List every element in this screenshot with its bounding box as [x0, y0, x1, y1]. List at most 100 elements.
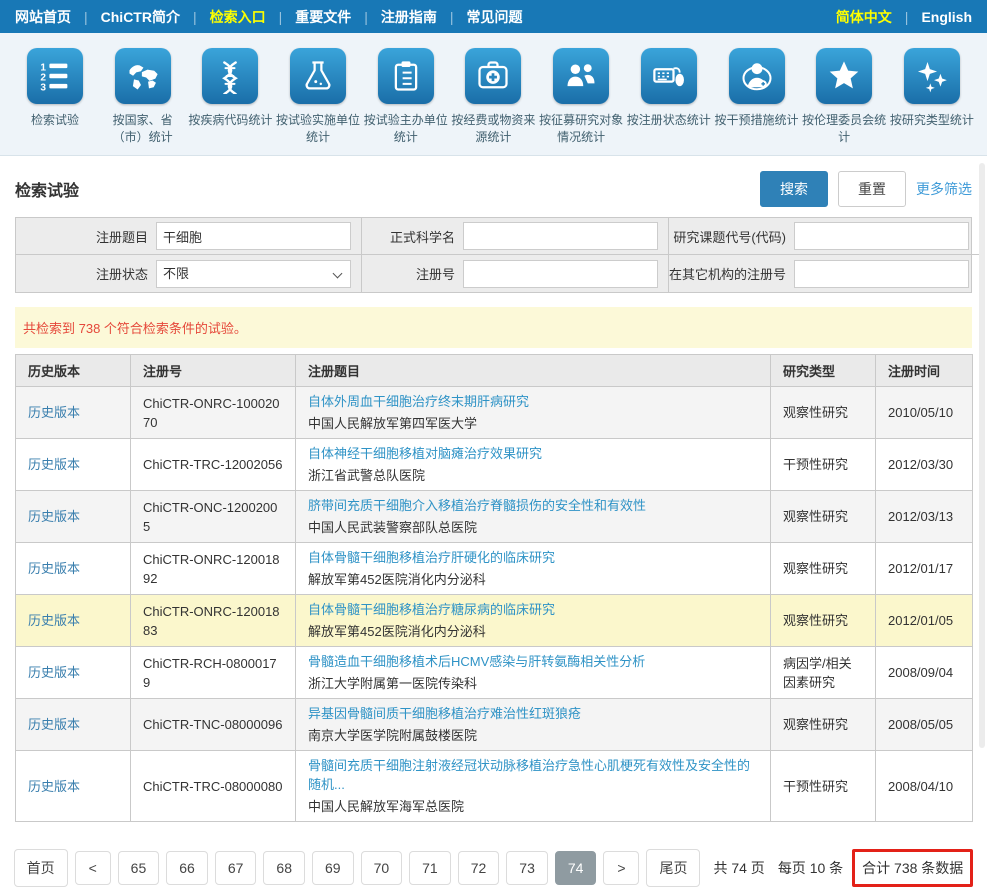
reg-title-input[interactable] [156, 222, 351, 250]
study-code-input[interactable] [794, 222, 969, 250]
toolbar-item[interactable]: 按征募研究对象情况统计 [538, 48, 624, 146]
trial-title-link[interactable]: 骨髓造血干细胞移植术后HCMV感染与肝转氨酶相关性分析 [308, 652, 758, 671]
world-map-icon [115, 48, 171, 104]
nav-item[interactable]: 网站首页 [15, 7, 71, 27]
trial-title-link[interactable]: 自体外周血干细胞治疗终末期肝病研究 [308, 392, 758, 411]
history-version-link[interactable]: 历史版本 [28, 457, 80, 472]
nav-item-label: 注册指南 [381, 7, 437, 27]
page-number-button[interactable]: 65 [118, 851, 160, 885]
study-type: 观察性研究 [771, 595, 876, 647]
clipboard-icon [378, 48, 434, 104]
trial-title-link[interactable]: 骨髓间充质干细胞注射液经冠状动脉移植治疗急性心肌梗死有效性及安全性的随机... [308, 756, 758, 794]
study-type: 干预性研究 [771, 439, 876, 491]
registration-number: ChiCTR-TRC-12002056 [131, 439, 296, 491]
reset-button[interactable]: 重置 [838, 171, 906, 207]
scientific-name-field-group: 正式科学名 [361, 218, 668, 255]
table-row: 历史版本 ChiCTR-ONC-12002005 脐带间充质干细胞介入移植治疗脊… [16, 491, 973, 543]
nav-item-label: 网站首页 [15, 7, 71, 27]
reg-status-select[interactable]: 不限 [156, 260, 351, 288]
per-page-text: 每页 10 条 [778, 858, 843, 878]
reg-number-field-group: 注册号 [361, 255, 668, 292]
prev-page-button[interactable]: < [75, 851, 111, 885]
page-number-button[interactable]: 68 [263, 851, 305, 885]
page-number-button[interactable]: 72 [458, 851, 500, 885]
language-label: English [921, 9, 972, 25]
nav-item[interactable]: 注册指南 [351, 7, 437, 27]
history-version-link[interactable]: 历史版本 [28, 665, 80, 680]
page-number-button[interactable]: 70 [361, 851, 403, 885]
trial-organization: 浙江省武警总队医院 [308, 466, 758, 485]
nav-item-label: 重要文件 [295, 7, 351, 27]
vertical-scrollbar[interactable] [979, 163, 985, 748]
next-page-button[interactable]: > [603, 851, 639, 885]
toolbar-item[interactable]: 按注册状态统计 [626, 48, 712, 146]
nav-item[interactable]: 常见问题 [437, 7, 523, 27]
page-title: 检索试验 [15, 177, 79, 201]
nav-item[interactable]: 重要文件 [266, 7, 352, 27]
section-header: 检索试验 搜索 重置 更多筛选 [0, 156, 987, 217]
nav-item[interactable]: ChiCTR简介 [71, 7, 180, 27]
nav-item[interactable]: 检索入口 [180, 7, 266, 27]
page-number-button[interactable]: 66 [166, 851, 208, 885]
toolbar-item-label: 按伦理委员会统计 [801, 112, 887, 146]
toolbar-item[interactable]: 按试验主办单位统计 [363, 48, 449, 146]
toolbar-item[interactable]: 123 检索试验 [12, 48, 98, 146]
page-number-button[interactable]: 67 [215, 851, 257, 885]
study-type: 观察性研究 [771, 491, 876, 543]
people-icon [553, 48, 609, 104]
language-switcher: 简体中文 English [836, 7, 972, 27]
search-button[interactable]: 搜索 [760, 171, 828, 207]
toolbar-item[interactable]: 按国家、省（市）统计 [100, 48, 186, 146]
toolbar-item-label: 按征募研究对象情况统计 [538, 112, 624, 146]
study-code-field-group: 研究课题代号(代码) [668, 218, 979, 255]
reg-status-field-group: 注册状态 不限 [16, 255, 361, 292]
page-number-button[interactable]: 69 [312, 851, 354, 885]
trial-title-link[interactable]: 自体骨髓干细胞移植治疗糖尿病的临床研究 [308, 600, 758, 619]
trial-title-link[interactable]: 异基因骨髓间质干细胞移植治疗难治性红斑狼疮 [308, 704, 758, 723]
toolbar-item[interactable]: 按研究类型统计 [889, 48, 975, 146]
doctor-icon [729, 48, 785, 104]
toolbar-item-label: 检索试验 [12, 112, 98, 129]
page-number-button[interactable]: 74 [555, 851, 597, 885]
language-option[interactable]: 简体中文 [836, 7, 892, 27]
toolbar-item-label: 按干预措施统计 [714, 112, 800, 129]
header-reg-date: 注册时间 [876, 355, 973, 387]
svg-text:3: 3 [40, 83, 46, 94]
total-records-annotation: 合计 738 条数据 [852, 849, 973, 887]
toolbar-item-label: 按经费或物资来源统计 [450, 112, 536, 146]
toolbar-item[interactable]: 按经费或物资来源统计 [450, 48, 536, 146]
toolbar-item-label: 按疾病代码统计 [187, 112, 273, 129]
more-filters-link[interactable]: 更多筛选 [916, 179, 972, 199]
first-page-button[interactable]: 首页 [14, 849, 68, 887]
toolbar-item[interactable]: 按伦理委员会统计 [801, 48, 887, 146]
dna-icon [202, 48, 258, 104]
history-version-link[interactable]: 历史版本 [28, 509, 80, 524]
history-version-link[interactable]: 历史版本 [28, 613, 80, 628]
trial-organization: 解放军第452医院消化内分泌科 [308, 622, 758, 641]
page-number-button[interactable]: 71 [409, 851, 451, 885]
history-version-link[interactable]: 历史版本 [28, 561, 80, 576]
table-row: 历史版本 ChiCTR-ONRC-12001883 自体骨髓干细胞移植治疗糖尿病… [16, 595, 973, 647]
results-table: 历史版本 注册号 注册题目 研究类型 注册时间 历史版本 ChiCTR-ONRC… [15, 354, 973, 822]
trial-title-link[interactable]: 脐带间充质干细胞介入移植治疗脊髓损伤的安全性和有效性 [308, 496, 758, 515]
toolbar-item[interactable]: 按试验实施单位统计 [275, 48, 361, 146]
header-title: 注册题目 [296, 355, 771, 387]
result-count-message: 共检索到 738 个符合检索条件的试验。 [15, 307, 972, 348]
registration-number: ChiCTR-ONRC-10002070 [131, 387, 296, 439]
last-page-button[interactable]: 尾页 [646, 849, 700, 887]
trial-title-link[interactable]: 自体骨髓干细胞移植治疗肝硬化的临床研究 [308, 548, 758, 567]
page-number-button[interactable]: 73 [506, 851, 548, 885]
toolbar-item-label: 按试验实施单位统计 [275, 112, 361, 146]
pagination: 首页 < 65 66 67 68 69 70 71 72 73 74 > 尾页 … [0, 849, 987, 887]
history-version-link[interactable]: 历史版本 [28, 779, 80, 794]
scientific-name-input[interactable] [463, 222, 658, 250]
history-version-link[interactable]: 历史版本 [28, 405, 80, 420]
trial-organization: 解放军第452医院消化内分泌科 [308, 570, 758, 589]
toolbar-item[interactable]: 按干预措施统计 [714, 48, 800, 146]
reg-number-input[interactable] [463, 260, 658, 288]
trial-title-link[interactable]: 自体神经干细胞移植对脑瘫治疗效果研究 [308, 444, 758, 463]
language-option[interactable]: English [892, 9, 972, 25]
history-version-link[interactable]: 历史版本 [28, 717, 80, 732]
other-reg-number-input[interactable] [794, 260, 969, 288]
toolbar-item[interactable]: 按疾病代码统计 [187, 48, 273, 146]
